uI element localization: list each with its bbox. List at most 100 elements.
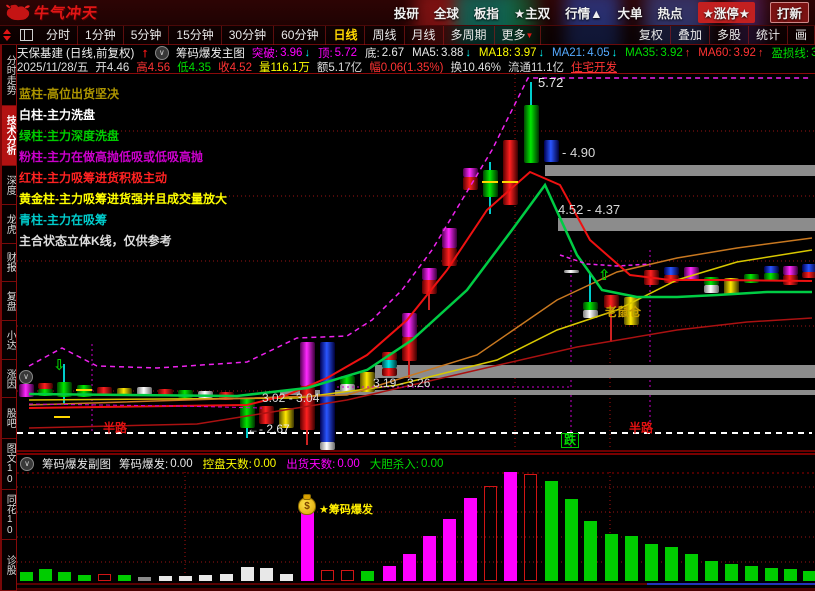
quote-field: 流通11.1亿 (508, 60, 564, 74)
top-menu-item[interactable]: 热点 (658, 3, 683, 22)
sidebar-item[interactable]: 股吧 (2, 398, 16, 439)
quote-info-row: 2025/11/28/五开4.46高4.56低4.35收4.52量116.1万额… (17, 60, 815, 74)
window-split-icon[interactable] (20, 29, 33, 41)
period-tab[interactable]: 30分钟 (222, 26, 274, 45)
histogram-bar (443, 519, 456, 581)
indicator-number: 3.92 (660, 47, 682, 59)
quote-field: 高4.56 (136, 60, 170, 74)
top-menu-item[interactable]: 大单 (618, 3, 643, 22)
sidebar-item[interactable]: 小达 (2, 321, 16, 360)
histogram-bar (39, 569, 52, 581)
period-tab[interactable]: 更多▼ (495, 26, 542, 45)
trend-arrow-icon: ↓ (304, 47, 310, 59)
sub-field-label: 出货天数: (286, 456, 335, 472)
histogram-bar (784, 569, 797, 581)
quote-field: 量116.1万 (259, 60, 310, 74)
period-note: (日线,前复权) (66, 45, 134, 60)
main-chart[interactable]: 蓝柱-高位出货坚决白柱-主力洗盘绿柱-主力深度洗盘粉柱-主力在做高抛低吸或低吸高… (17, 74, 815, 453)
stock-name: 天保基建 (17, 45, 63, 60)
histogram-bar (159, 576, 172, 581)
top-menu-item[interactable]: ★主双 (514, 3, 550, 22)
histogram-bar (260, 568, 273, 581)
sub-field-value: 0.00 (337, 458, 359, 470)
indicator-value: MA5:3.88↓ (412, 45, 471, 60)
toolbar-tool[interactable]: 画 (788, 26, 815, 44)
sub-field-value: 0.00 (421, 458, 443, 470)
chart-label: ←- 2.67 (247, 423, 290, 436)
indicator-legend: 蓝柱-高位出货坚决白柱-主力洗盘绿柱-主力深度洗盘粉柱-主力在做高抛低吸或低吸高… (19, 84, 227, 252)
histogram-bar (361, 571, 374, 581)
sidebar-item[interactable]: 技术分析 (2, 106, 16, 167)
sub-chart[interactable]: ★筹码爆发$ (17, 472, 815, 591)
toolbar-tool[interactable]: 多股 (710, 26, 749, 44)
period-tab[interactable]: 周线 (365, 26, 404, 45)
histogram-bar (78, 575, 91, 581)
top-menu: 投研全球板指 ★主双行情▲ 大单热点 ★涨停★ 打新 (394, 0, 809, 25)
period-tab[interactable]: 月线 (405, 26, 444, 45)
sub-indicator-field: 大胆杀入:0.00 (370, 456, 444, 472)
period-tab[interactable]: 日线 (326, 26, 365, 45)
period-tab[interactable]: 分时 (39, 26, 78, 45)
histogram-bar (403, 554, 416, 581)
histogram-bar (199, 575, 212, 581)
trend-arrow-icon: ↓ (539, 47, 545, 59)
sidebar-item[interactable]: 涨因 (2, 360, 16, 399)
period-tab[interactable]: 多周期 (444, 26, 495, 45)
quote-field[interactable]: 住宅开发 (571, 60, 617, 74)
chart-label: ⇧ (598, 268, 611, 285)
top-menu-item[interactable]: 行情▲ (565, 3, 602, 22)
histogram-bar (504, 472, 517, 581)
sidebar-item[interactable]: 龙虎 (2, 205, 16, 244)
toolbar-tool[interactable]: 叠加 (671, 26, 710, 44)
histogram-bar (138, 577, 151, 581)
chevron-down-icon[interactable]: ∨ (20, 457, 34, 471)
indicator-label: 突破: (252, 45, 278, 60)
histogram-bar (383, 566, 396, 581)
left-sidebar: 分时走势技术分析深度龙虎财报复盘小达涨因股吧图文10同花10诊股 (0, 45, 17, 591)
top-menu-item[interactable]: ★涨停★ (698, 2, 755, 23)
sidebar-item[interactable]: 同花10 (2, 490, 16, 541)
indicator-value: 顶:5.72 (318, 45, 357, 60)
toolbar-tool[interactable]: 复权 (632, 26, 671, 44)
sidebar-item[interactable]: 复盘 (2, 282, 16, 321)
chart-label: 5.72 (538, 76, 563, 90)
toolbar-tool[interactable]: 统计 (749, 26, 788, 44)
chevron-down-icon[interactable]: ∨ (19, 370, 33, 384)
sidebar-item[interactable]: 图文10 (2, 439, 16, 490)
indicator-value: MA18:3.97↓ (479, 45, 544, 60)
bull-icon (5, 3, 31, 23)
indicator-values: 突破:3.96↓顶:5.72底:2.67MA5:3.88↓MA18:3.97↓M… (252, 45, 815, 60)
quote-field: 2025/11/28/五 (17, 60, 88, 74)
sidebar-item[interactable]: 财报 (2, 244, 16, 283)
histogram-bar (745, 566, 758, 581)
logo-text: 牛气冲天 (33, 2, 100, 23)
indicator-value: MA21:4.05↓ (552, 45, 617, 60)
top-menu-item[interactable]: 全球 (434, 3, 459, 22)
period-toolbar: 分时1分钟5分钟15分钟30分钟60分钟日线周线月线多周期更多▼ 复权叠加多股统… (0, 25, 815, 45)
spinner-arrows-icon[interactable] (0, 29, 14, 41)
indicator-number: 3.96 (280, 47, 302, 59)
indicator-label: MA60: (698, 47, 731, 59)
histogram-bar (625, 536, 638, 581)
period-tab[interactable]: 5分钟 (124, 26, 170, 45)
histogram-bar (301, 511, 314, 581)
chevron-down-icon[interactable]: ∨ (155, 46, 169, 60)
chart-label: 半路 (103, 422, 127, 435)
legend-line: 绿柱-主力深度洗盘 (19, 126, 227, 147)
sidebar-item[interactable]: 深度 (2, 166, 16, 205)
top-menu-item[interactable]: 打新 (770, 2, 809, 23)
legend-line: 青柱-主力在吸筹 (19, 210, 227, 231)
legend-line: 白柱-主力洗盘 (19, 105, 227, 126)
period-tab[interactable]: 15分钟 (169, 26, 221, 45)
top-menu-item[interactable]: 投研 (394, 3, 419, 22)
trend-arrow-icon: ↑ (758, 47, 764, 59)
period-tab[interactable]: 1分钟 (78, 26, 124, 45)
period-tab[interactable]: 60分钟 (274, 26, 326, 45)
histogram-bar (665, 547, 678, 581)
histogram-bar (321, 570, 334, 581)
top-menu-item[interactable]: 板指 (474, 3, 499, 22)
sidebar-item[interactable]: 诊股 (2, 540, 16, 591)
sidebar-item[interactable]: 分时走势 (2, 45, 16, 106)
trend-arrow-icon: ↓ (465, 47, 471, 59)
indicator-label: 底: (365, 45, 380, 60)
